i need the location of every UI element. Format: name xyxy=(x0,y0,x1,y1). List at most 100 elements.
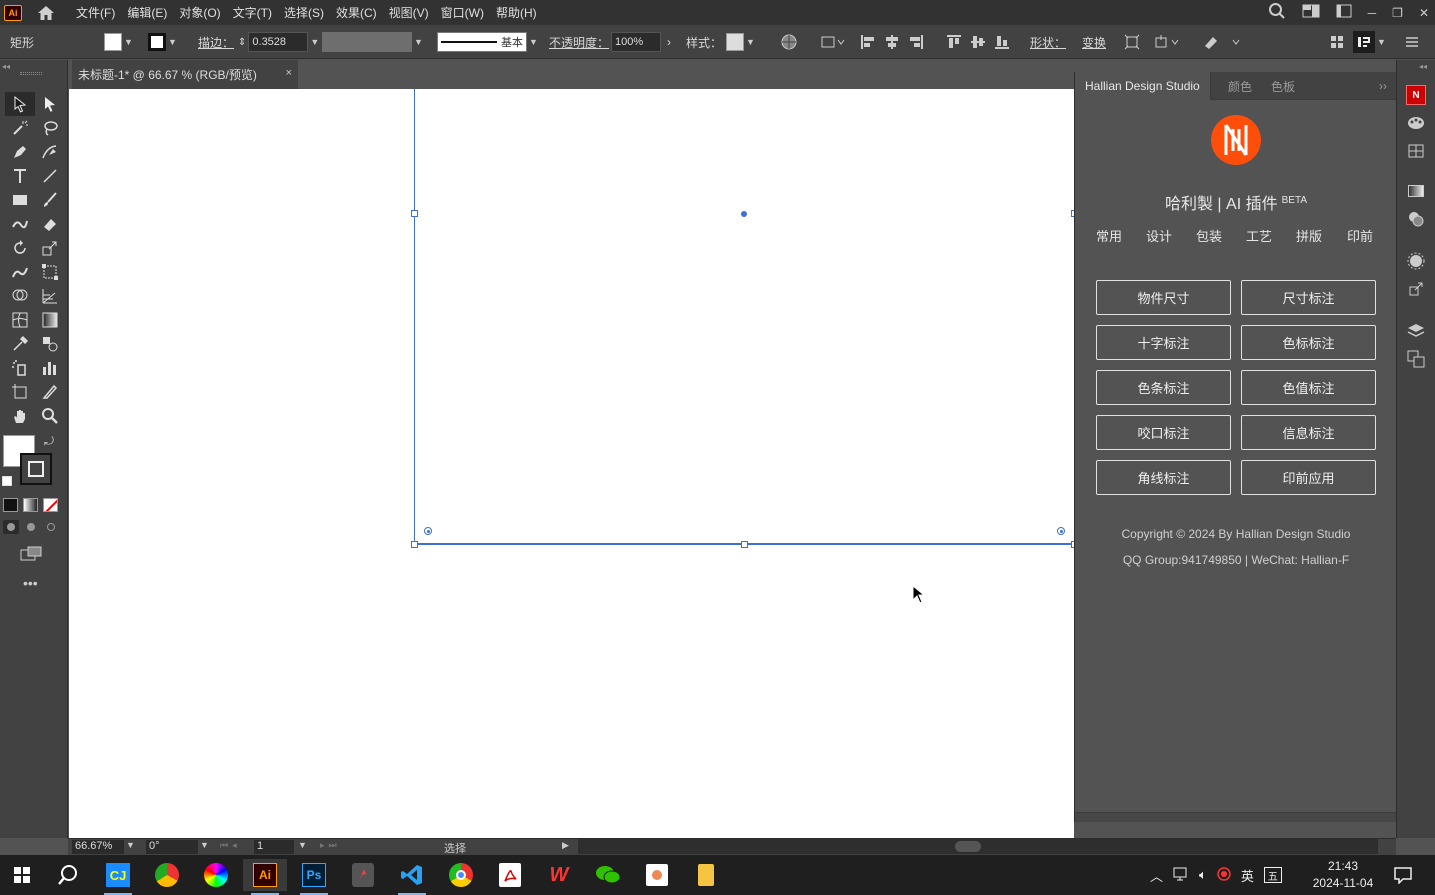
zoom-tool-icon[interactable] xyxy=(35,404,65,428)
graphic-style-swatch[interactable]: ▼ xyxy=(726,25,755,59)
wechat-app-icon[interactable] xyxy=(586,859,630,891)
draw-behind-icon[interactable] xyxy=(23,520,39,534)
taskbar-search-icon[interactable] xyxy=(46,859,90,891)
align-bottom-icon[interactable] xyxy=(994,34,1010,50)
stroke-swatch[interactable]: ▼ xyxy=(148,25,177,59)
record-icon[interactable] xyxy=(1217,866,1231,884)
align-to-icon[interactable] xyxy=(820,25,846,59)
stroke-label[interactable]: 描边： xyxy=(198,25,234,59)
gradient-tool-icon[interactable] xyxy=(35,308,65,332)
shape-label[interactable]: 形状： xyxy=(1030,25,1066,59)
collapse-toolbar-icon[interactable]: ◂◂ xyxy=(2,62,10,71)
first-prev-artboard-icon[interactable]: ⏮◂ xyxy=(220,840,241,851)
menu-select[interactable]: 选择(S) xyxy=(284,4,324,21)
browser-app-icon[interactable] xyxy=(145,859,189,891)
close-icon[interactable]: ✕ xyxy=(1419,6,1429,20)
color-mode-icon[interactable] xyxy=(3,498,18,512)
draw-inside-icon[interactable] xyxy=(43,520,59,534)
dimension-annotation-button[interactable]: 尺寸标注 xyxy=(1241,280,1376,315)
workspace-icon[interactable] xyxy=(1302,4,1320,21)
direct-selection-tool-icon[interactable] xyxy=(35,92,65,116)
column-graph-tool-icon[interactable] xyxy=(35,356,65,380)
swap-fill-stroke-icon[interactable]: ⤾ xyxy=(44,434,54,449)
tab-color[interactable]: 颜色 xyxy=(1218,72,1262,100)
powerpoint-app-icon[interactable] xyxy=(635,859,679,891)
menu-type[interactable]: 文字(T) xyxy=(233,4,272,21)
menu-edit[interactable]: 编辑(E) xyxy=(127,4,167,21)
tab-hallian-design-studio[interactable]: Hallian Design Studio xyxy=(1075,72,1211,100)
status-menu-icon[interactable]: ▶ xyxy=(562,840,569,851)
artboard-dropdown-icon[interactable]: ▼ xyxy=(298,840,307,850)
menu-effect[interactable]: 效果(C) xyxy=(336,4,377,21)
selected-rectangle[interactable] xyxy=(414,89,1074,545)
opacity-field[interactable]: 100% xyxy=(611,32,661,52)
tab-swatches[interactable]: 色板 xyxy=(1261,72,1305,100)
align-right-icon[interactable] xyxy=(908,34,924,50)
line-segment-tool-icon[interactable] xyxy=(35,164,65,188)
brush-definition[interactable]: 基本 ▼ xyxy=(437,25,538,59)
puppet-warp-icon[interactable] xyxy=(1154,25,1180,59)
rectangle-tool-icon[interactable] xyxy=(5,188,35,212)
panel-resize-grip[interactable] xyxy=(1075,812,1397,822)
tray-overflow-icon[interactable]: ︿ xyxy=(1150,866,1163,885)
category-imposition[interactable]: 拼版 xyxy=(1296,226,1322,245)
warp-tool-icon[interactable] xyxy=(5,260,35,284)
rotate-tool-icon[interactable] xyxy=(5,236,35,260)
next-last-artboard-icon[interactable]: ▸⏭ xyxy=(320,840,341,851)
corner-mark-button[interactable]: 角线标注 xyxy=(1096,460,1231,495)
appearance-panel-icon[interactable] xyxy=(1405,250,1427,272)
hallian-plugin-icon[interactable]: N xyxy=(1405,84,1427,106)
category-design[interactable]: 设计 xyxy=(1146,226,1172,245)
menu-view[interactable]: 视图(V) xyxy=(389,4,429,21)
category-craft[interactable]: 工艺 xyxy=(1246,226,1272,245)
expand-dock-icon[interactable]: ◂◂ xyxy=(1419,62,1427,71)
lasso-tool-icon[interactable] xyxy=(35,116,65,140)
swatches-panel-icon[interactable] xyxy=(1405,140,1427,162)
menu-file[interactable]: 文件(F) xyxy=(76,4,115,21)
ime-mode-icon[interactable]: 五 xyxy=(1263,867,1282,883)
corner-widget-bottom-left[interactable] xyxy=(424,527,432,535)
close-tab-icon[interactable]: × xyxy=(286,67,292,79)
artboard-tool-icon[interactable] xyxy=(5,380,35,404)
stroke-color-swatch[interactable] xyxy=(20,453,52,485)
category-packaging[interactable]: 包装 xyxy=(1196,226,1222,245)
zoom-field[interactable]: 66.67% xyxy=(72,840,124,854)
illustrator-app-icon[interactable]: Ai xyxy=(243,859,287,895)
align-left-icon[interactable] xyxy=(860,34,876,50)
home-icon[interactable] xyxy=(36,4,56,22)
eyedropper-tool-icon[interactable] xyxy=(5,332,35,356)
menu-window[interactable]: 窗口(W) xyxy=(441,4,484,21)
layers-panel-icon[interactable] xyxy=(1405,320,1427,342)
panel-menu-icon[interactable] xyxy=(1405,25,1419,59)
wps-app-icon[interactable]: W xyxy=(537,859,581,891)
gradient-panel-icon[interactable] xyxy=(1405,180,1427,202)
scale-tool-icon[interactable] xyxy=(35,236,65,260)
volume-icon[interactable]: 🔈︎ xyxy=(1199,867,1207,883)
edit-icon[interactable] xyxy=(1203,25,1243,59)
align-top-icon[interactable] xyxy=(946,34,962,50)
export-panel-icon[interactable] xyxy=(1405,278,1427,300)
photoshop-app-icon[interactable]: Ps xyxy=(292,859,336,895)
variable-width-profile[interactable]: ▼ xyxy=(322,25,423,59)
minimize-icon[interactable]: ─ xyxy=(1368,6,1377,20)
stroke-weight-stepper[interactable]: ⇕ 0.3528 ▼ xyxy=(238,25,319,59)
color-panel-icon[interactable] xyxy=(1405,112,1427,134)
align-vcenter-icon[interactable] xyxy=(970,34,986,50)
opacity-control[interactable]: 100% › xyxy=(611,25,671,59)
info-mark-button[interactable]: 信息标注 xyxy=(1241,415,1376,450)
align-hcenter-icon[interactable] xyxy=(884,34,900,50)
transparency-panel-icon[interactable] xyxy=(1405,208,1427,230)
transform-label[interactable]: 变换 xyxy=(1082,25,1106,59)
zoom-dropdown-icon[interactable]: ▼ xyxy=(126,840,135,850)
acrobat-app-icon[interactable] xyxy=(488,859,532,891)
artboard-number-field[interactable]: 1 xyxy=(254,840,294,854)
canvas-area[interactable] xyxy=(69,89,1074,838)
symbol-sprayer-tool-icon[interactable] xyxy=(5,356,35,380)
corner-widget-bottom-right[interactable] xyxy=(1057,527,1065,535)
axure-app-icon[interactable] xyxy=(341,859,385,891)
windows-start-icon[interactable] xyxy=(0,859,44,891)
pen-tool-icon[interactable] xyxy=(5,140,35,164)
notes-app-icon[interactable] xyxy=(684,859,728,891)
menu-object[interactable]: 对象(O) xyxy=(179,4,220,21)
bounding-handle-left[interactable] xyxy=(411,210,418,217)
